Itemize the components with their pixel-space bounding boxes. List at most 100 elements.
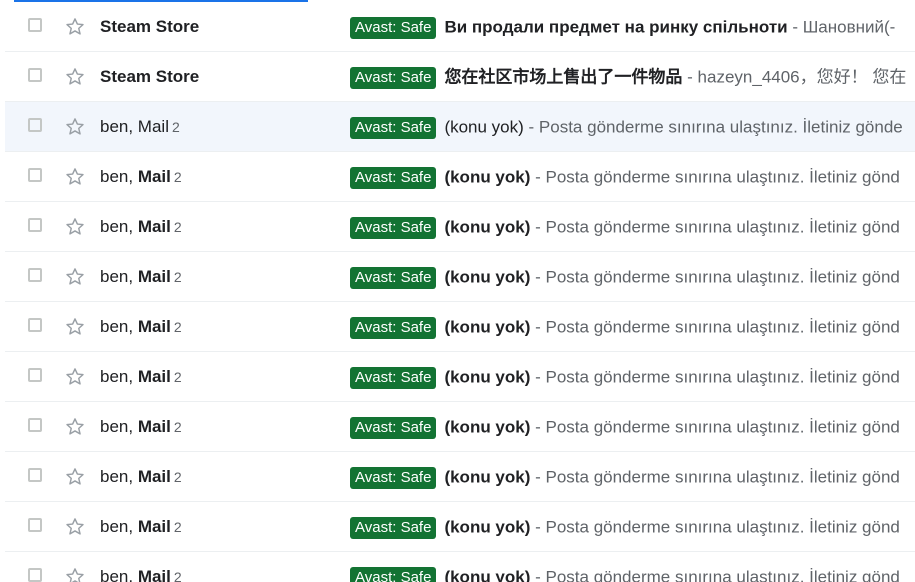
thread-count: 2 [173,369,182,385]
star-outline-icon[interactable] [64,166,86,188]
email-content: Avast: Safe (konu yok) - Posta gönderme s… [350,115,915,140]
email-snippet: - Posta gönderme sınırına ulaştınız. İle… [530,467,900,487]
thread-count: 2 [173,169,182,185]
sender: ben, Mail 2 [100,116,180,138]
star-outline-icon[interactable] [64,266,86,288]
email-snippet: - Posta gönderme sınırına ulaştınız. İle… [530,267,900,287]
sender-plain: ben, [100,467,138,486]
email-list: Steam Store Avast: Safe Ви продали предме… [5,2,915,582]
email-subject: (konu yok) [444,367,531,387]
sender: Steam Store [100,16,202,38]
sender-plain: ben, [100,167,138,186]
email-row[interactable]: ben, Mail 2 Avast: Safe (konu yok) - Posta… [5,252,915,302]
star-outline-icon[interactable] [64,16,86,38]
sender: ben, Mail 2 [100,266,182,288]
email-row[interactable]: ben, Mail 2 Avast: Safe (konu yok) - Posta… [5,352,915,402]
avast-safe-badge: Avast: Safe [350,516,437,539]
checkbox-icon[interactable] [28,18,42,32]
email-snippet: - Posta gönderme sınırına ulaştınız. İle… [530,417,900,437]
email-subject: (konu yok) [444,117,524,137]
thread-count: 2 [171,119,180,135]
avast-safe-badge: Avast: Safe [350,316,437,339]
sender-bold: Mail [137,567,171,582]
email-snippet: - Posta gönderme sınırına ulaştınız. İle… [523,117,903,137]
checkbox-icon[interactable] [28,68,42,82]
email-subject: (konu yok) [444,417,531,437]
star-outline-icon[interactable] [64,566,86,582]
star-outline-icon[interactable] [64,416,86,438]
star-outline-icon[interactable] [64,66,86,88]
sender: ben, Mail 2 [100,166,182,188]
sender: ben, Mail 2 [100,566,182,582]
sender-plain: ben, [100,217,138,236]
email-subject: (konu yok) [444,317,531,337]
email-snippet: - Posta gönderme sınırına ulaştınız. İle… [530,367,900,387]
email-row[interactable]: Steam Store Avast: Safe 您在社区市场上售出了一件物品 - … [5,52,915,102]
sender: ben, Mail 2 [100,416,182,438]
email-content: Avast: Safe (konu yok) - Posta gönderme s… [350,415,915,440]
sender-bold: Mail [137,167,171,186]
sender-plain: ben, [100,567,138,582]
sender-plain: ben, [100,267,138,286]
sender-plain: ben, [100,517,138,536]
checkbox-icon[interactable] [28,318,42,332]
avast-safe-badge: Avast: Safe [350,66,437,89]
star-outline-icon[interactable] [64,466,86,488]
sender: ben, Mail 2 [100,466,182,488]
email-subject: (konu yok) [444,567,531,582]
email-row[interactable]: ben, Mail 2 Avast: Safe (konu yok) - Posta… [5,202,915,252]
email-row[interactable]: ben, Mail 2 Avast: Safe (konu yok) - Posta… [5,102,915,152]
avast-safe-badge: Avast: Safe [350,416,437,439]
email-content: Avast: Safe (konu yok) - Posta gönderme s… [350,465,915,490]
email-subject: 您在社区市场上售出了一件物品 [444,67,683,87]
sender-bold: Mail [137,467,171,486]
star-outline-icon[interactable] [64,116,86,138]
email-content: Avast: Safe (konu yok) - Posta gönderme s… [350,315,915,340]
email-row[interactable]: ben, Mail 2 Avast: Safe (konu yok) - Posta… [5,302,915,352]
email-row[interactable]: ben, Mail 2 Avast: Safe (konu yok) - Posta… [5,152,915,202]
checkbox-icon[interactable] [28,218,42,232]
sender-plain: ben, Mail [100,117,169,136]
thread-count: 2 [173,569,182,582]
checkbox-icon[interactable] [28,168,42,182]
checkbox-icon[interactable] [28,518,42,532]
star-outline-icon[interactable] [64,366,86,388]
checkbox-icon[interactable] [28,418,42,432]
email-row[interactable]: ben, Mail 2 Avast: Safe (konu yok) - Posta… [5,502,915,552]
sender: ben, Mail 2 [100,316,182,338]
email-snippet: - hazeyn_4406，您好！ 您在 [682,67,907,87]
email-content: Avast: Safe (konu yok) - Posta gönderme s… [350,565,915,582]
email-row[interactable]: ben, Mail 2 Avast: Safe (konu yok) - Posta… [5,452,915,502]
avast-safe-badge: Avast: Safe [350,166,437,189]
star-outline-icon[interactable] [64,316,86,338]
email-subject: (konu yok) [444,217,531,237]
avast-safe-badge: Avast: Safe [350,366,437,389]
sender-bold: Mail [137,317,171,336]
star-outline-icon[interactable] [64,216,86,238]
star-outline-icon[interactable] [64,516,86,538]
email-content: Avast: Safe 您在社区市场上售出了一件物品 - hazeyn_4406，… [350,65,915,90]
sender-bold: Mail [137,367,171,386]
checkbox-icon[interactable] [28,118,42,132]
email-subject: (konu yok) [444,267,531,287]
email-content: Avast: Safe (konu yok) - Posta gönderme s… [350,215,915,240]
checkbox-icon[interactable] [28,468,42,482]
email-content: Avast: Safe (konu yok) - Posta gönderme s… [350,165,915,190]
thread-count: 2 [173,419,182,435]
email-row[interactable]: Steam Store Avast: Safe Ви продали предме… [5,2,915,52]
email-row[interactable]: ben, Mail 2 Avast: Safe (konu yok) - Posta… [5,402,915,452]
email-row[interactable]: ben, Mail 2 Avast: Safe (konu yok) - Posta… [5,552,915,582]
checkbox-icon[interactable] [28,368,42,382]
checkbox-icon[interactable] [28,268,42,282]
avast-safe-badge: Avast: Safe [350,216,437,239]
email-content: Avast: Safe (konu yok) - Posta gönderme s… [350,265,915,290]
thread-count: 2 [173,519,182,535]
sender-bold: Mail [137,517,171,536]
sender-plain: ben, [100,367,138,386]
email-snippet: - Posta gönderme sınırına ulaştınız. İle… [530,317,900,337]
email-content: Avast: Safe (konu yok) - Posta gönderme s… [350,365,915,390]
email-list-viewport: Steam Store Avast: Safe Ви продали предме… [0,0,915,582]
checkbox-icon[interactable] [28,568,42,582]
sender-bold: Mail [137,267,171,286]
sender: ben, Mail 2 [100,216,182,238]
